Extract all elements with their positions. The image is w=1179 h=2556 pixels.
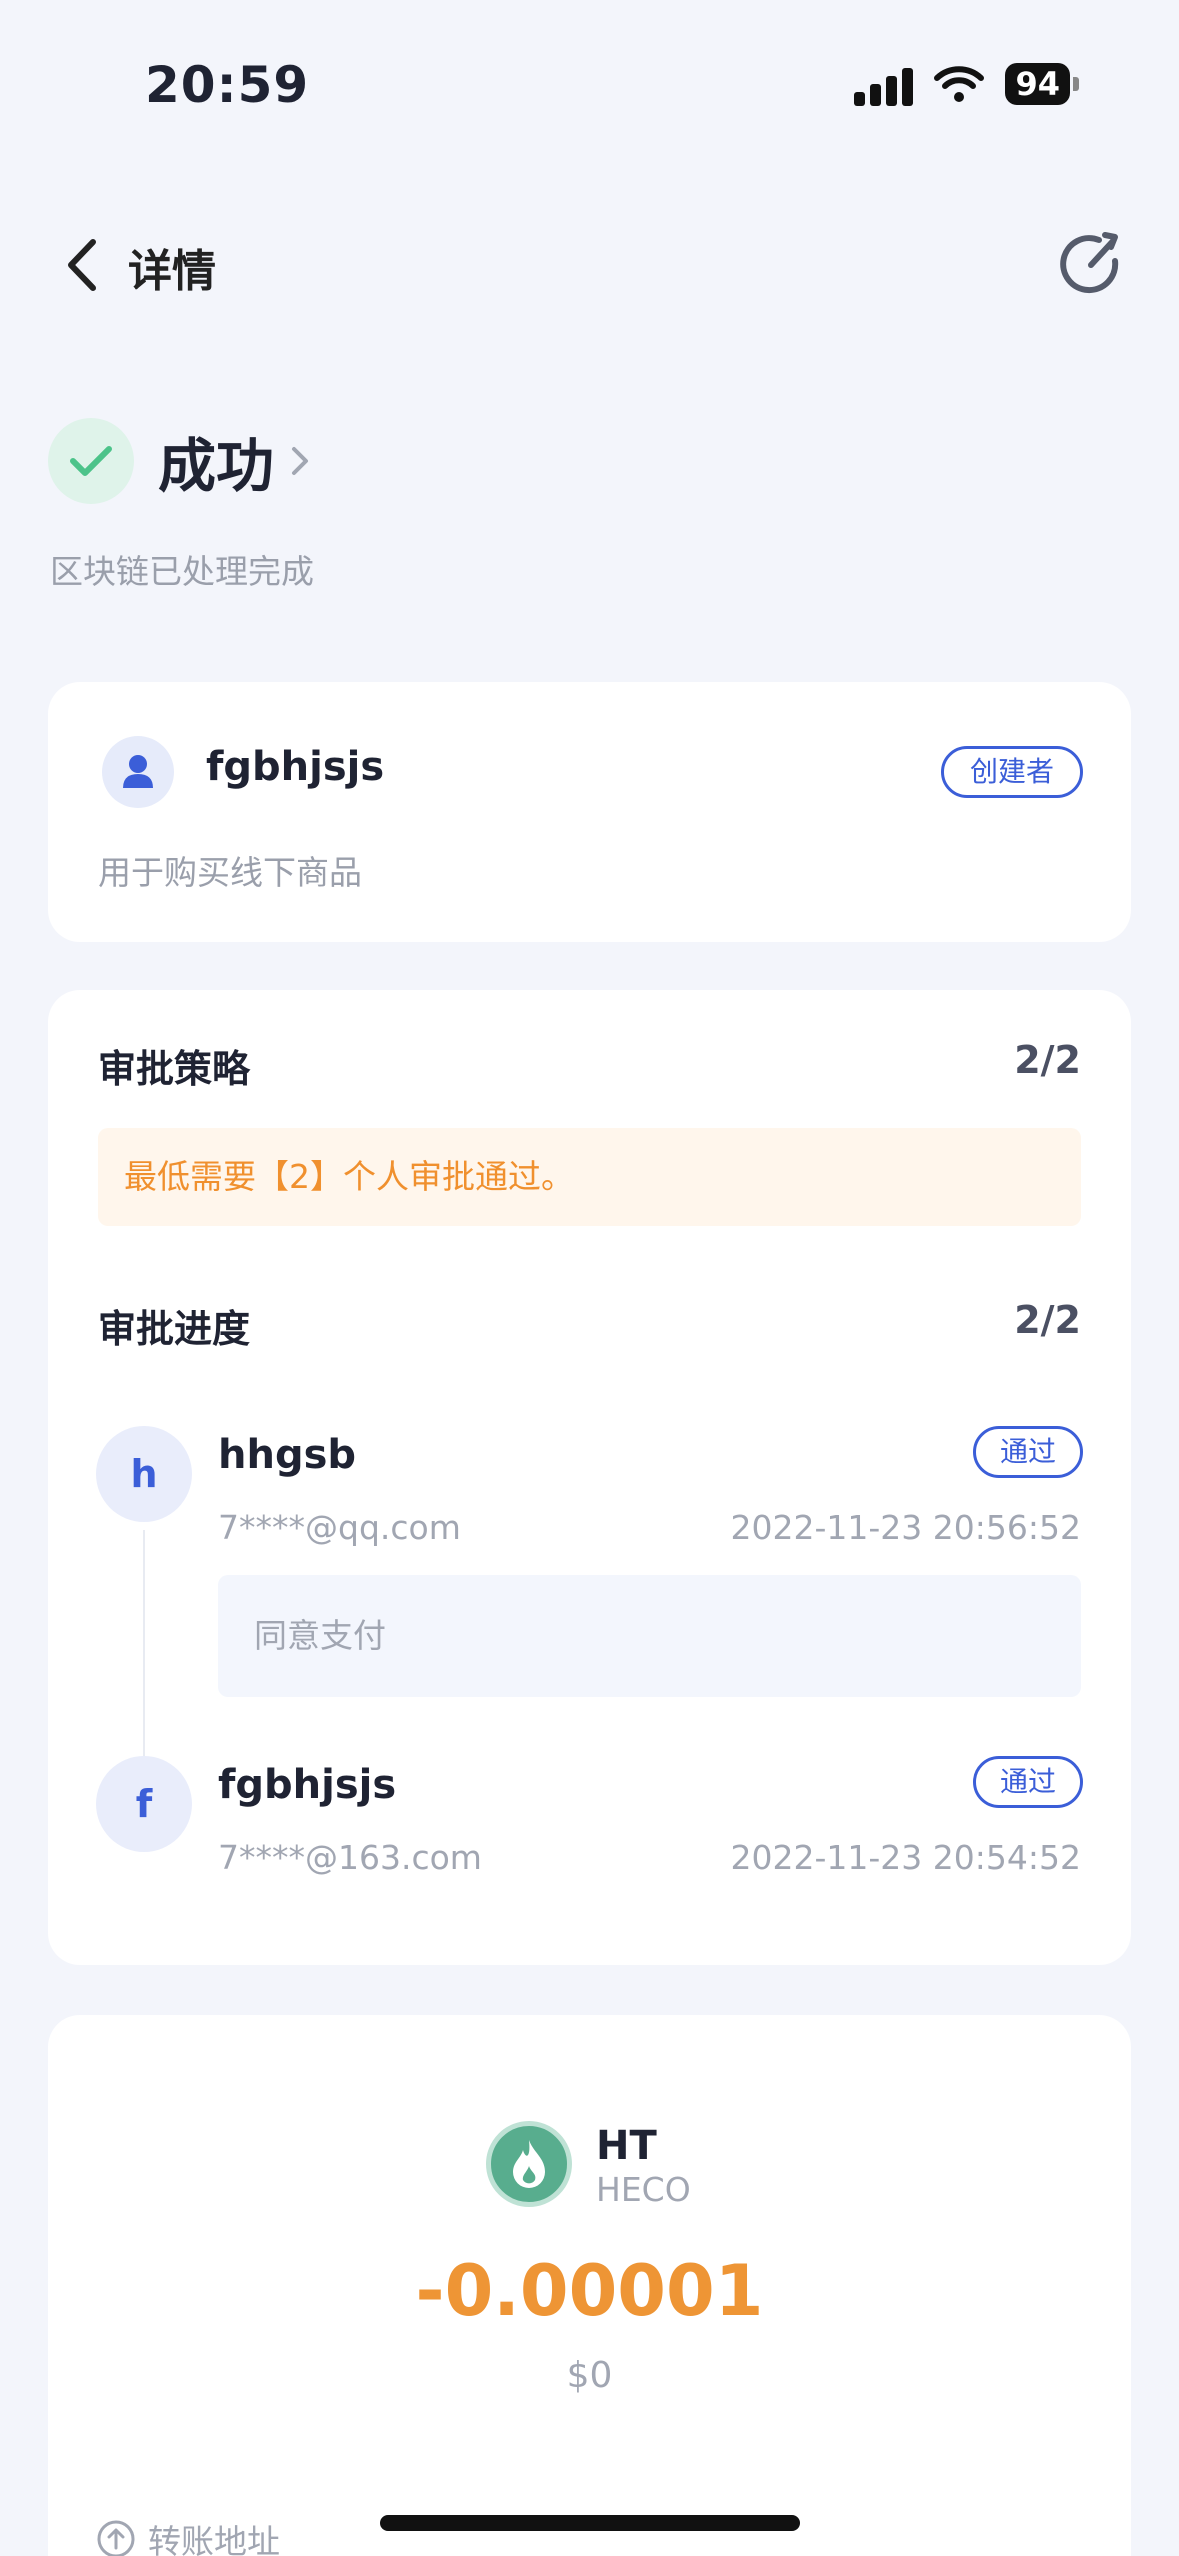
approved-badge: 通过 [973,1426,1083,1478]
status-row[interactable]: 成功 [48,418,310,504]
creator-card: fgbhjsjs 创建者 用于购买线下商品 [48,682,1131,942]
wifi-icon [934,66,985,102]
status-icons: 94 [854,62,1079,106]
timeline-line [143,1530,145,1760]
policy-title: 审批策略 [98,1047,251,1091]
page-title: 详情 [128,246,216,297]
progress-title: 审批进度 [98,1307,251,1351]
approver-email: 7****@qq.com [218,1508,461,1547]
progress-count: 2/2 [1014,1298,1081,1342]
back-button[interactable] [52,233,112,297]
arrow-up-circle-icon [97,2520,135,2556]
token-chain: HECO [596,2170,691,2209]
approval-time: 2022-11-23 20:56:52 [730,1508,1081,1547]
signal-icon [854,62,914,106]
creator-badge: 创建者 [941,746,1083,798]
approver-email: 7****@163.com [218,1838,482,1877]
transfer-address-row[interactable]: 转账地址 [96,2515,280,2556]
transfer-address-label: 转账地址 [148,2522,280,2556]
creator-name: fgbhjsjs [206,744,385,790]
battery-level: 94 [1005,63,1070,105]
status-label: 成功 [158,432,275,500]
approval-time: 2022-11-23 20:54:52 [730,1838,1081,1877]
policy-count: 2/2 [1014,1038,1081,1082]
battery-icon: 94 [1005,63,1079,105]
nav-header: 详情 [0,225,1179,305]
heco-flame-icon [486,2121,572,2207]
creator-note: 用于购买线下商品 [98,853,362,892]
transaction-detail-page: 20:59 94 详情 成功 区块链已处理完成 fgbhjsjs 创建者 用于购… [0,0,1179,2556]
approver-name: hhgsb [218,1432,357,1478]
approver-avatar: h [96,1426,192,1522]
status-time: 20:59 [145,56,310,114]
chevron-right-icon [292,447,309,475]
refresh-icon [1060,232,1119,294]
check-icon [48,418,134,504]
transaction-card: HT HECO -0.00001 $0 转账地址 [48,2015,1131,2556]
home-indicator[interactable] [380,2515,800,2531]
approver-name: fgbhjsjs [218,1762,397,1808]
user-icon [102,736,174,808]
policy-notice: 最低需要【2】个人审批通过。 [98,1128,1081,1226]
approval-card: 审批策略 2/2 最低需要【2】个人审批通过。 审批进度 2/2 h hhgsb… [48,990,1131,1965]
usd-value: $0 [566,2355,613,2396]
token-name: HT [596,2123,657,2169]
chevron-left-icon [68,239,96,291]
approved-badge: 通过 [973,1756,1083,1808]
approver-avatar: f [96,1756,192,1852]
status-description: 区块链已处理完成 [50,552,314,591]
transaction-amount: -0.00001 [415,2250,764,2332]
approval-comment: 同意支付 [218,1575,1081,1697]
refresh-button[interactable] [1053,227,1129,303]
